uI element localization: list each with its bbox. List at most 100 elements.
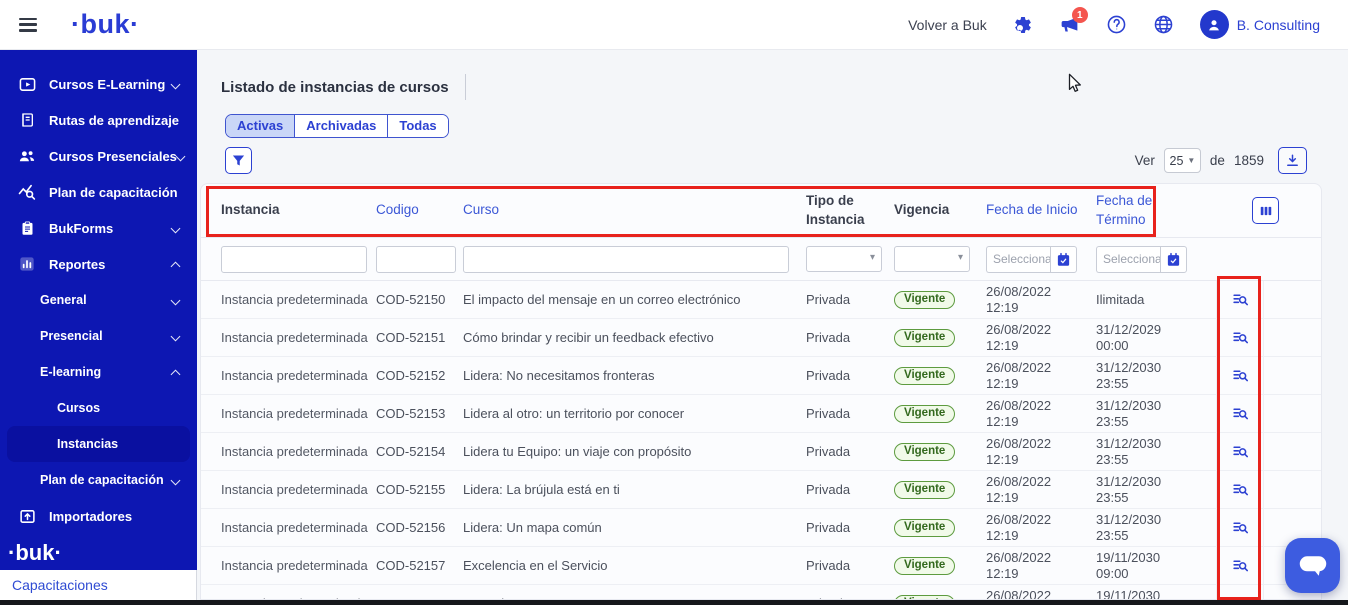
user-menu[interactable]: B. Consulting [1200,10,1320,39]
view-instance-icon[interactable] [1232,329,1249,346]
cell-vigencia: Vigente [894,442,986,461]
column-header[interactable]: Fecha de Inicio [986,201,1096,220]
table-row[interactable]: Instancia predeterminada COD-52156 Lider… [201,509,1321,547]
sidebar-item-label: Cursos [57,401,100,415]
sidebar-item-label: Plan de capacitación [49,185,178,200]
cell-fecha-termino: Ilimitada [1096,292,1216,308]
table-row[interactable]: Instancia predeterminada COD-52152 Lider… [201,357,1321,395]
cell-tipo: Privada [806,558,894,573]
view-instance-icon[interactable] [1232,291,1249,308]
cell-instancia: Instancia predeterminada [221,482,376,497]
column-header[interactable]: Instancia [221,201,376,220]
hamburger-menu-icon[interactable] [19,18,37,32]
tab[interactable]: Todas [387,115,447,137]
chart-search-icon [18,183,36,201]
sidebar-item[interactable]: General [0,282,197,318]
sidebar-item[interactable]: Plan de capacitación [0,174,197,210]
chevron-icon [171,223,181,233]
column-header[interactable]: Vigencia [894,201,986,220]
table-row[interactable]: Instancia predeterminada COD-52151 Cómo … [201,319,1321,357]
sidebar-item[interactable]: Plan de capacitación [0,462,197,498]
sidebar-buk-logo: ·buk· [8,540,62,566]
book-icon [18,111,36,129]
view-instance-icon[interactable] [1232,481,1249,498]
cell-fecha-inicio: 26/08/2022 12:19 [986,474,1096,505]
chat-widget-button[interactable] [1285,538,1340,593]
sidebar-item[interactable]: Instancias [7,426,190,462]
fecha-inicio-input[interactable] [986,246,1050,273]
total-count: 1859 [1234,153,1264,168]
sidebar-item[interactable]: Cursos [0,390,197,426]
cell-vigencia: Vigente [894,404,986,423]
title-divider [465,74,466,100]
page-size-select[interactable]: 25▼ [1164,148,1201,173]
table-row[interactable]: Instancia predeterminada COD-52157 Excel… [201,547,1321,585]
column-header[interactable]: Tipo de Instancia [806,192,894,230]
table-row[interactable]: Instancia predeterminada COD-52155 Lider… [201,471,1321,509]
sidebar-item[interactable]: Presencial [0,318,197,354]
cell-curso: Excelencia en el Servicio [463,558,806,573]
settings-gear-icon[interactable] [1013,15,1033,35]
people-icon [18,147,36,165]
cell-fecha-termino: 31/12/2029 00:00 [1096,322,1216,353]
help-icon[interactable] [1106,14,1127,35]
cell-instancia: Instancia predeterminada [221,406,376,421]
back-to-buk-link[interactable]: Volver a Buk [908,17,987,33]
columns-button[interactable] [1252,197,1279,224]
column-header[interactable]: Curso [463,201,806,220]
cell-fecha-termino: 19/11/2030 09:00 [1096,588,1216,600]
sidebar-item-label: Plan de capacitación [40,473,164,487]
sidebar-item-label: BukForms [49,221,113,236]
columns-icon [1259,204,1273,218]
table-row[interactable]: Instancia predeterminada COD-52153 Lider… [201,395,1321,433]
language-globe-icon[interactable] [1153,14,1174,35]
sidebar-item[interactable]: Rutas de aprendizaje [0,102,197,138]
calendar-icon[interactable] [1160,246,1187,273]
cell-vigencia: Vigente [894,480,986,499]
view-controls: Ver 25▼ de 1859 [1135,147,1307,174]
sidebar-item-label: Presencial [40,329,103,343]
cell-codigo: COD-52150 [376,292,463,307]
tab[interactable]: Archivadas [294,115,387,137]
calendar-icon[interactable] [1050,246,1077,273]
sidebar-item[interactable]: Cursos E-Learning [0,66,197,102]
sidebar-item[interactable]: BukForms [0,210,197,246]
table-header-row: Instancia Codigo Curso Tipo de Instancia… [201,184,1321,238]
cell-curso: Lidera tu Equipo: un viaje con propósito [463,444,806,459]
status-badge: Vigente [894,367,955,385]
view-instance-icon[interactable] [1232,367,1249,384]
view-instance-icon[interactable] [1232,443,1249,460]
cell-fecha-inicio: 26/08/2022 12:19 [986,398,1096,429]
sidebar-item[interactable]: Cursos Presenciales [0,138,197,174]
sidebar-item[interactable]: Reportes [0,246,197,282]
filter-button[interactable] [225,147,252,174]
cell-instancia: Instancia predeterminada [221,444,376,459]
table-row[interactable]: Instancia predeterminada COD-52158 OneDr… [201,585,1321,600]
sidebar-item-label: E-learning [40,365,101,379]
sidebar-item-label: Cursos E-Learning [49,77,165,92]
view-instance-icon[interactable] [1232,557,1249,574]
chevron-icon [171,295,181,305]
status-badge: Vigente [894,291,955,309]
table-row[interactable]: Instancia predeterminada COD-52150 El im… [201,281,1321,319]
notifications-megaphone-icon[interactable]: 1 [1059,14,1080,35]
column-header[interactable]: Codigo [376,201,463,220]
codigo-filter-input[interactable] [376,246,456,273]
table-row[interactable]: Instancia predeterminada COD-52154 Lider… [201,433,1321,471]
ver-label: Ver [1135,153,1155,168]
instancia-filter-input[interactable] [221,246,367,273]
sidebar-item[interactable]: E-learning [0,354,197,390]
view-instance-icon[interactable] [1232,519,1249,536]
sidebar-item[interactable]: Importadores [0,498,197,534]
cell-tipo: Privada [806,330,894,345]
curso-filter-input[interactable] [463,246,789,273]
column-header[interactable]: Fecha de Término [1096,192,1216,230]
vigencia-filter-select[interactable] [894,246,970,272]
tipo-filter-select[interactable] [806,246,882,272]
download-button[interactable] [1278,147,1307,174]
tab[interactable]: Activas [226,115,294,137]
cell-instancia: Instancia predeterminada [221,330,376,345]
fecha-termino-input[interactable] [1096,246,1160,273]
view-instance-icon[interactable] [1232,405,1249,422]
sidebar: Cursos E-Learning Rutas de aprendizaje C… [0,50,197,570]
